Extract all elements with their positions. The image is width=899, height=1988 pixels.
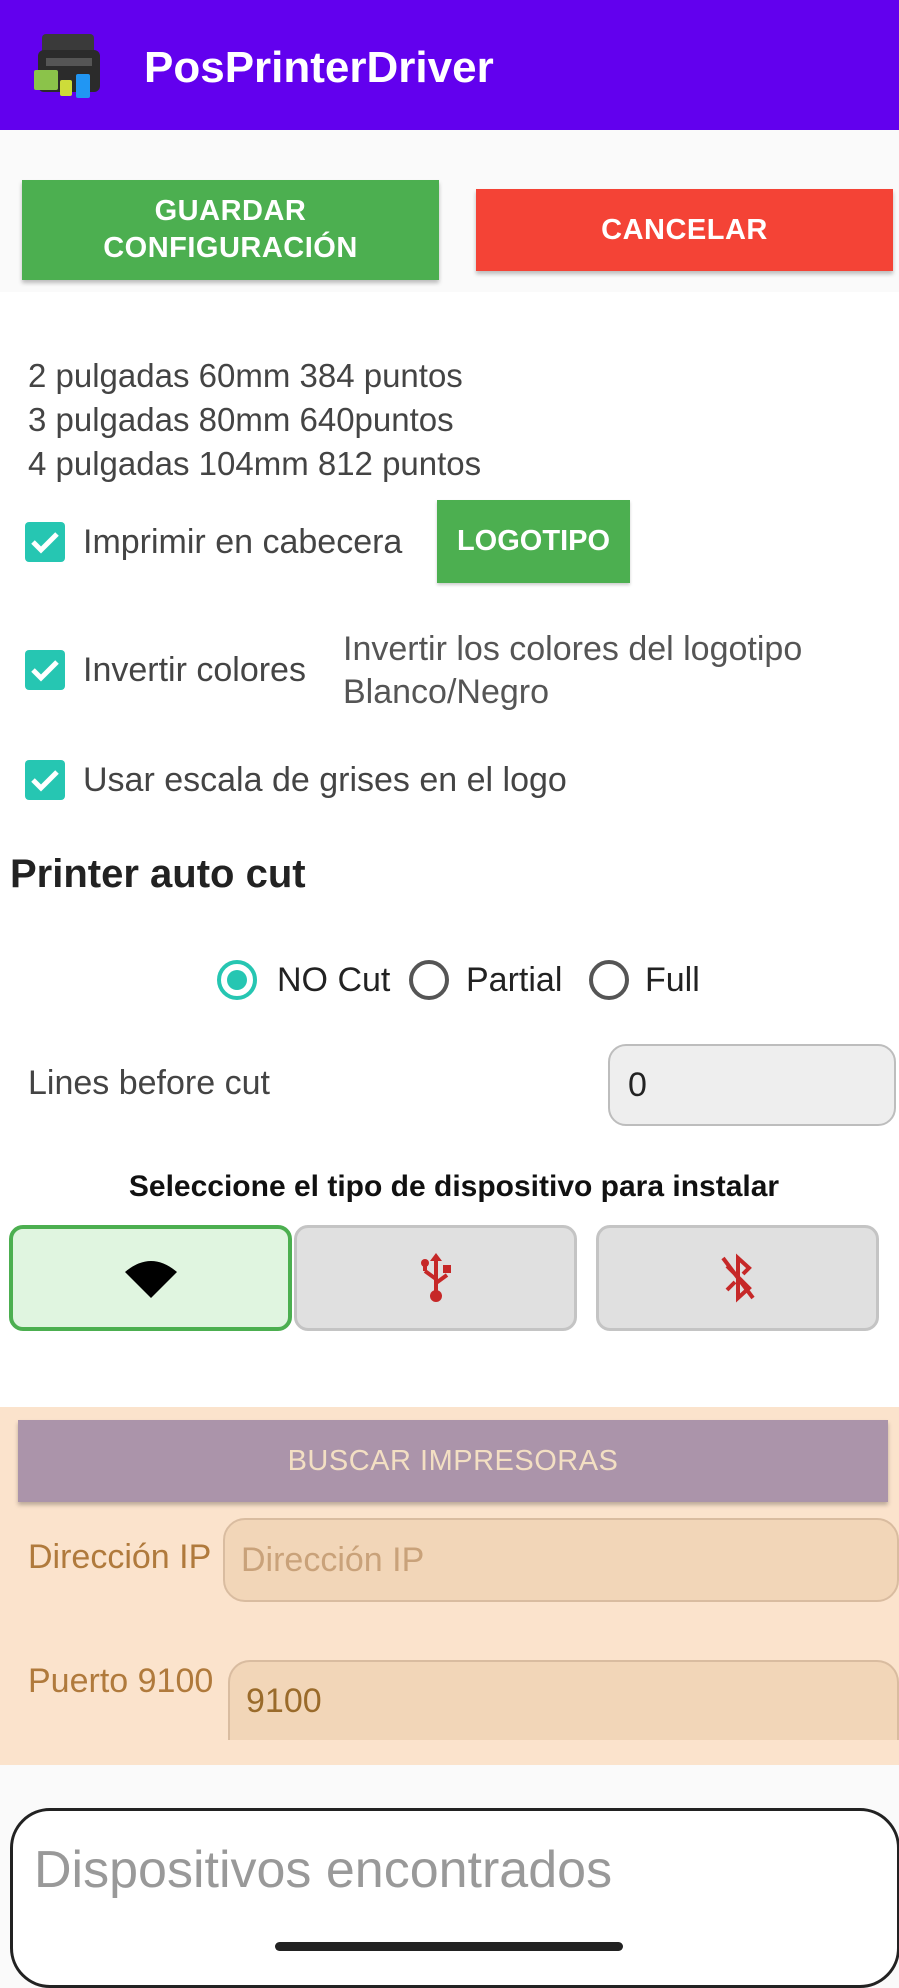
checkmark-icon: [31, 660, 59, 682]
lines-before-cut-input[interactable]: 0: [608, 1044, 896, 1126]
home-indicator[interactable]: [275, 1942, 623, 1951]
print-header-checkbox[interactable]: [25, 522, 65, 562]
search-printers-button[interactable]: BUSCAR IMPRESORAS: [18, 1420, 888, 1502]
port-input[interactable]: 9100: [228, 1660, 899, 1740]
logo-button[interactable]: LOGOTIPO: [437, 500, 630, 583]
invert-colors-checkbox[interactable]: [25, 650, 65, 690]
lines-before-cut-label: Lines before cut: [28, 1064, 270, 1102]
ip-label: Dirección IP: [28, 1538, 212, 1576]
found-devices-label: Dispositivos encontrados: [34, 1841, 613, 1899]
invert-colors-description: Invertir los colores del logotipo Blanco…: [343, 630, 803, 711]
device-bluetooth-button[interactable]: [596, 1225, 879, 1331]
print-header-label: Imprimir en cabecera: [83, 523, 403, 561]
radio-full-label: Full: [645, 961, 700, 999]
device-type-title: Seleccione el tipo de dispositivo para i…: [128, 1170, 780, 1203]
radio-partial[interactable]: [409, 960, 449, 1000]
save-config-label: GUARDAR CONFIGURACIÓN: [103, 195, 358, 264]
grayscale-checkbox[interactable]: [25, 760, 65, 800]
printer-logo-icon: [34, 30, 110, 102]
radio-no-cut[interactable]: [217, 960, 257, 1000]
radio-no-cut-label: NO Cut: [277, 961, 391, 999]
device-wifi-button[interactable]: [9, 1225, 292, 1331]
paper-size-2in: 2 pulgadas 60mm 384 puntos: [28, 357, 463, 394]
checkmark-icon: [31, 770, 59, 792]
grayscale-label: Usar escala de grises en el logo: [83, 761, 567, 799]
ip-input[interactable]: Dirección IP: [223, 1518, 899, 1602]
usb-icon: [420, 1253, 451, 1302]
auto-cut-title: Printer auto cut: [10, 852, 306, 896]
radio-partial-label: Partial: [466, 961, 563, 999]
radio-full[interactable]: [589, 960, 629, 1000]
invert-colors-label: Invertir colores: [83, 651, 306, 689]
checkmark-icon: [31, 532, 59, 554]
device-usb-button[interactable]: [294, 1225, 577, 1331]
paper-size-4in: 4 pulgadas 104mm 812 puntos: [28, 445, 482, 482]
app-title: PosPrinterDriver: [144, 43, 494, 92]
port-label: Puerto 9100: [28, 1662, 214, 1700]
wifi-icon: [124, 1261, 177, 1298]
cancel-button[interactable]: CANCELAR: [476, 189, 893, 271]
save-config-button[interactable]: GUARDAR CONFIGURACIÓN: [22, 180, 439, 280]
cancel-label: CANCELAR: [601, 213, 768, 246]
paper-size-3in: 3 pulgadas 80mm 640puntos: [28, 401, 454, 438]
bluetooth-disabled-icon: [720, 1253, 755, 1303]
